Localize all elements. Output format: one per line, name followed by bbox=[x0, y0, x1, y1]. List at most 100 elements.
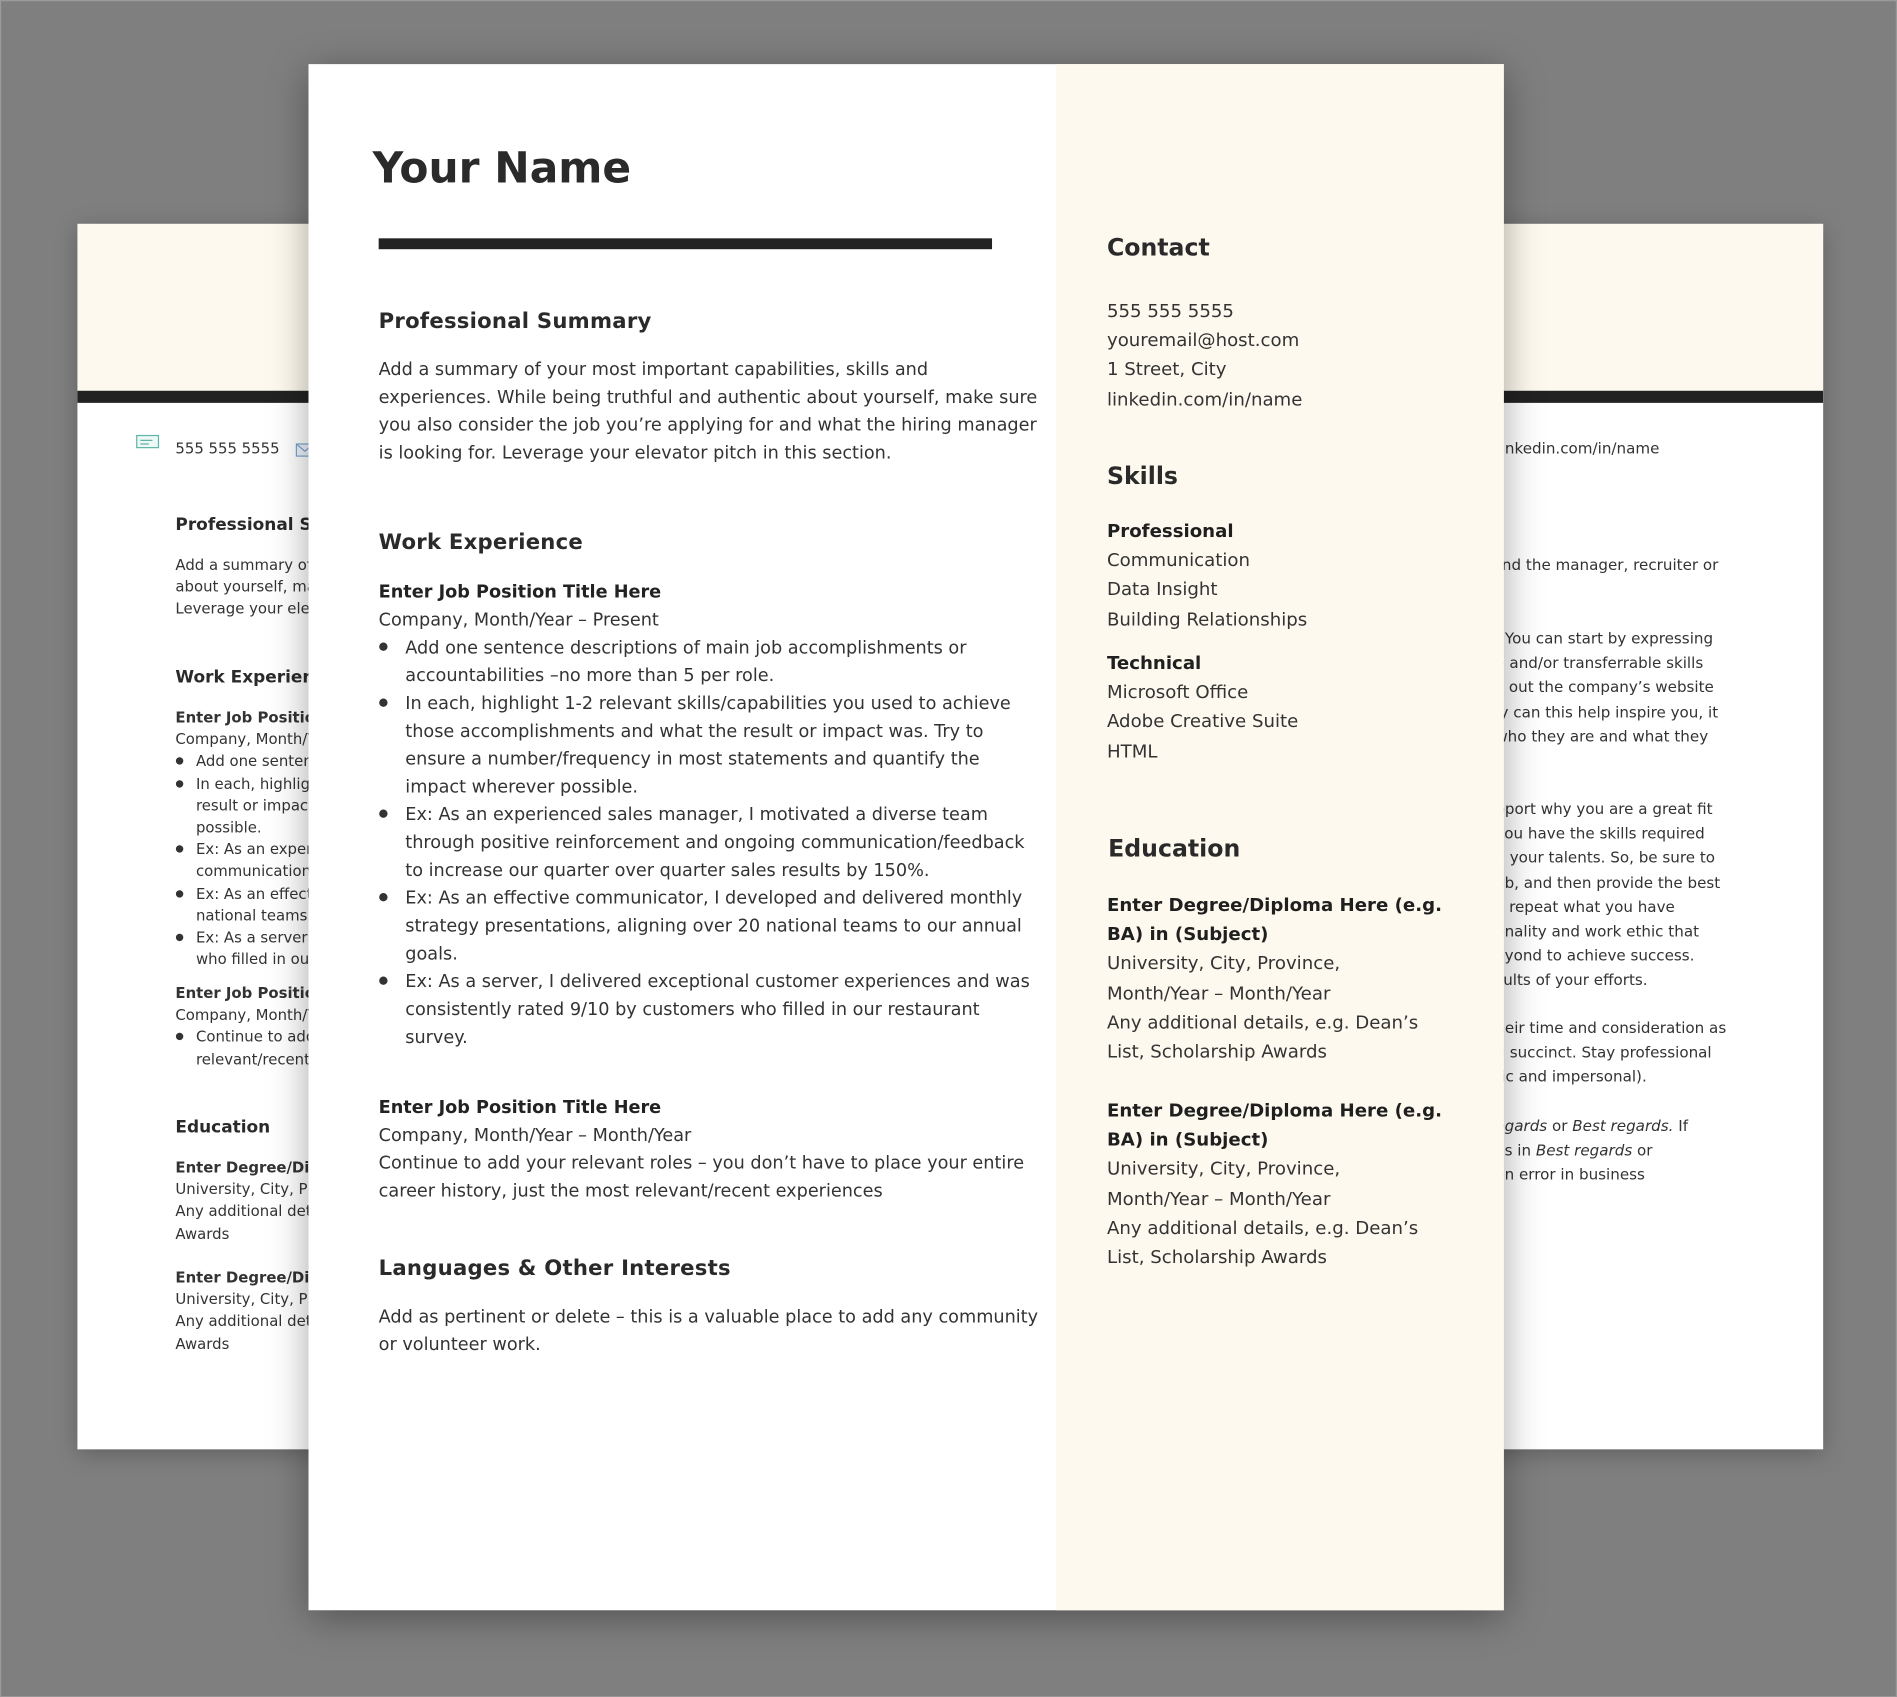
degree-entry: Enter Degree/Diploma Here (e.g. BA) in (S… bbox=[1107, 1096, 1442, 1272]
job-entry: Enter Job Position Title Here Company, Mo… bbox=[379, 578, 1030, 1051]
text-run: Best regards. bbox=[1572, 1116, 1674, 1135]
letter-paragraph: ind the manager, recruiter or bbox=[1498, 553, 1719, 577]
degree-title: Enter Degree/Diploma Here (e.g. bbox=[1106, 894, 1442, 916]
text-line: is looking for. Leverage your elevator p… bbox=[378, 442, 892, 464]
text-line: Ex: As an effective communicator, I deve… bbox=[405, 887, 1023, 909]
letter-paragraph: . You can start by expressing e and/or tr… bbox=[1495, 627, 1718, 749]
text-line: In each, highlight 1-2 relevant skills/c… bbox=[405, 693, 1011, 714]
text-line: Ex: As an experienced sales manager, I m… bbox=[405, 804, 988, 826]
degree-detail: List, Scholarship Awards bbox=[1106, 1246, 1327, 1268]
contact-linkedin: linkedin.com/in/name bbox=[1106, 387, 1303, 410]
bullet-item: ● Ex: As a server, I delivered exceptiona… bbox=[379, 968, 1030, 1051]
letter-paragraph: pport why you are a great fit you have th… bbox=[1495, 797, 1720, 993]
text-run: or bbox=[1547, 1116, 1573, 1135]
degree-detail: Month/Year – Month/Year bbox=[1106, 1187, 1331, 1210]
letter-paragraph: heir time and consideration as d succinct… bbox=[1495, 1016, 1726, 1089]
bullet-line: Continue to add y bbox=[175, 1026, 328, 1048]
section-title-contact: Contact bbox=[1106, 233, 1210, 262]
degree-title: BA) in (Subject) bbox=[1106, 923, 1269, 946]
job-entry: Enter Job Position Title Here Company, Mo… bbox=[379, 1094, 1024, 1205]
text-line: impact wherever possible. bbox=[405, 776, 638, 798]
text-line: egards or Best regards. If bbox=[1495, 1114, 1688, 1138]
bullet-icon: ● bbox=[378, 975, 389, 988]
text-line: tic and impersonal). bbox=[1495, 1067, 1647, 1086]
letter-closing: egards or Best regards. If as in Best reg… bbox=[1495, 1114, 1688, 1187]
degree-detail: Any additional details, e.g. Dean’s bbox=[1106, 1216, 1419, 1239]
text-line: you also consider the job you’re applyin… bbox=[378, 414, 1037, 436]
section-title-education: Education bbox=[1108, 834, 1241, 863]
text-line: Ex: As a server, I delivered exceptional… bbox=[405, 971, 1030, 993]
text-line: Adobe Creative Suite bbox=[1106, 710, 1299, 733]
summary-text: Add a summary of your most important cap… bbox=[379, 356, 1038, 467]
text-line: as in Best regards or bbox=[1495, 1139, 1688, 1163]
text-line: experiences. While being truthful and au… bbox=[378, 387, 1038, 408]
contact-phone: 555 555 5555 bbox=[1106, 300, 1234, 322]
text-line: strategy presentations, aligning over 20… bbox=[405, 915, 1022, 937]
text-line: you have the skills required bbox=[1495, 824, 1705, 843]
text-run: If bbox=[1673, 1116, 1689, 1135]
job-company: Company, Month/Year – Month/Year bbox=[378, 1125, 692, 1146]
section-title-summary: Professional Summary bbox=[378, 309, 652, 334]
resume-name: Your Name bbox=[372, 145, 632, 194]
text-line: . You can start by expressing bbox=[1495, 629, 1714, 648]
text-line: g your talents. So, be sure to bbox=[1495, 848, 1716, 867]
section-title-work: Work Experienc bbox=[175, 667, 325, 688]
phone-icon bbox=[135, 433, 160, 456]
text-line: e and/or transferrable skills bbox=[1495, 653, 1704, 672]
skills-group-label: Technical bbox=[1106, 652, 1202, 674]
text-line: y repeat what you have bbox=[1495, 897, 1675, 916]
skills-list: Microsoft Office Adobe Creative Suite HTML bbox=[1107, 678, 1298, 766]
front-resume-page: Your Name Professional Summary Add a sum… bbox=[308, 64, 1504, 1611]
text-line: k out the company’s website bbox=[1495, 677, 1714, 697]
text-line: who they are and what they bbox=[1495, 726, 1709, 746]
degree-entry: Enter Degree/Diploma Here (e.g. BA) in (S… bbox=[1107, 890, 1442, 1066]
bullet-icon: ● bbox=[378, 696, 389, 709]
job-company: Company, Month/Year – Present bbox=[378, 609, 659, 631]
section-title-education: Education bbox=[175, 1117, 271, 1138]
text-line: pport why you are a great fit bbox=[1495, 799, 1713, 818]
languages-text: Add as pertinent or delete – this is a v… bbox=[379, 1303, 1038, 1359]
text-line: d succinct. Stay professional bbox=[1495, 1043, 1712, 1062]
bullet-line: relevant/recent e bbox=[195, 1050, 324, 1068]
skills-list: Communication Data Insight Building Relati… bbox=[1107, 546, 1307, 634]
text-line: ly can this help inspire you, it bbox=[1495, 702, 1719, 721]
bullet-icon: ● bbox=[378, 891, 389, 904]
text-line: goals. bbox=[405, 943, 458, 965]
text-line: Continue to add your relevant roles – yo… bbox=[378, 1152, 1025, 1174]
text-run: or bbox=[1632, 1141, 1653, 1160]
text-line: career history, just the most relevant/r… bbox=[378, 1180, 883, 1202]
contact-address: 1 Street, City bbox=[1106, 358, 1227, 381]
text-line: ensure a number/frequency in most statem… bbox=[405, 748, 980, 770]
job-title: Enter Job Position bbox=[175, 984, 326, 1002]
text-line: ob, and then provide the best bbox=[1495, 873, 1721, 892]
degree-detail: University, City, Province, bbox=[1106, 952, 1341, 975]
text-line: heir time and consideration as bbox=[1495, 1018, 1727, 1037]
text-line: Add a summary of your most important cap… bbox=[378, 359, 929, 380]
linkedin-text: linkedin.com/in/name bbox=[1496, 439, 1660, 458]
bullet-item: ● Ex: As an effective communicator, I dev… bbox=[379, 884, 1030, 967]
degree-detail: Month/Year – Month/Year bbox=[1106, 981, 1331, 1004]
bullet-item: ● Ex: As an experienced sales manager, I … bbox=[379, 801, 1030, 884]
text-run: on error in business bbox=[1495, 1165, 1645, 1184]
text-line: Building Relationships bbox=[1106, 608, 1308, 630]
text-line: eyond to achieve success. bbox=[1495, 946, 1695, 965]
text-line: survey. bbox=[405, 1027, 468, 1048]
job-title: Enter Job Position Title Here bbox=[378, 581, 662, 603]
text-run: Best regards bbox=[1535, 1141, 1633, 1160]
skills-professional: Professional Communication Data Insight Bu… bbox=[1107, 517, 1307, 634]
text-line: sults of your efforts. bbox=[1495, 970, 1648, 989]
job-title: Enter Job Position Title Here bbox=[378, 1097, 662, 1118]
text-line: those accomplishments and what the resul… bbox=[405, 721, 984, 742]
text-line: or volunteer work. bbox=[378, 1334, 541, 1355]
text-line: on error in business bbox=[1495, 1163, 1688, 1187]
text-line: through positive reinforcement and ongoi… bbox=[405, 832, 1025, 853]
bullet-icon: ● bbox=[378, 641, 389, 654]
section-title-skills: Skills bbox=[1106, 462, 1178, 490]
canvas: 555 555 5555 Professional Sur Add a summ… bbox=[0, 0, 1897, 1697]
text-line: to increase our quarter over quarter sal… bbox=[405, 860, 930, 881]
text-line: Add one sentence descriptions of main jo… bbox=[405, 637, 967, 659]
job-entry: Enter Job Position Company, Month/Ye Conti… bbox=[175, 982, 328, 1070]
text-line: Microsoft Office bbox=[1106, 681, 1249, 704]
text-line: HTML bbox=[1106, 739, 1158, 762]
name-rule bbox=[378, 238, 993, 250]
